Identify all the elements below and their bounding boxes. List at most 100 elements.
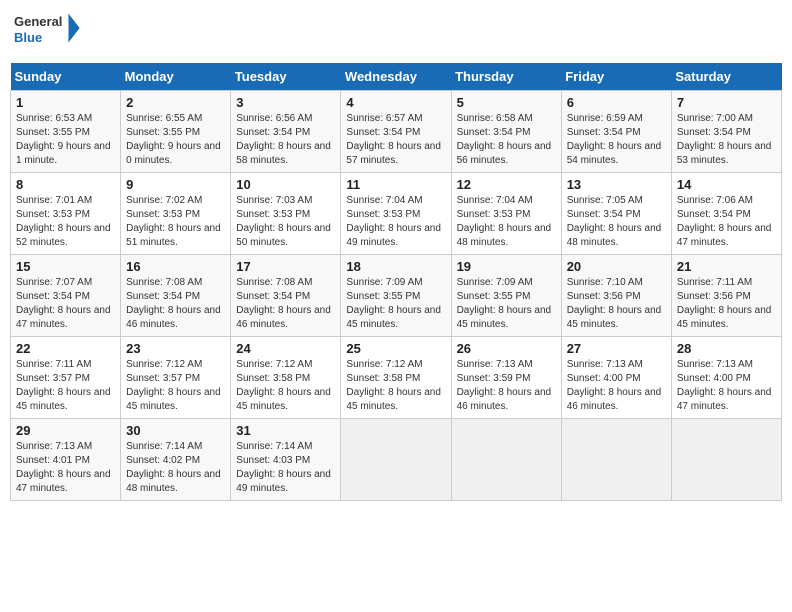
day-info: Sunrise: 7:13 AM Sunset: 3:59 PM Dayligh… bbox=[457, 358, 556, 414]
day-number: 24 bbox=[236, 341, 335, 356]
day-info: Sunrise: 7:11 AM Sunset: 3:56 PM Dayligh… bbox=[677, 276, 776, 332]
day-number: 6 bbox=[567, 95, 666, 110]
day-info: Sunrise: 7:13 AM Sunset: 4:00 PM Dayligh… bbox=[677, 358, 776, 414]
day-info: Sunrise: 7:05 AM Sunset: 3:54 PM Dayligh… bbox=[567, 194, 666, 250]
day-number: 17 bbox=[236, 259, 335, 274]
day-info: Sunrise: 7:06 AM Sunset: 3:54 PM Dayligh… bbox=[677, 194, 776, 250]
week-row-2: 8 Sunrise: 7:01 AM Sunset: 3:53 PM Dayli… bbox=[11, 173, 782, 255]
day-cell: 19 Sunrise: 7:09 AM Sunset: 3:55 PM Dayl… bbox=[451, 255, 561, 337]
day-cell: 20 Sunrise: 7:10 AM Sunset: 3:56 PM Dayl… bbox=[561, 255, 671, 337]
col-header-thursday: Thursday bbox=[451, 63, 561, 91]
day-info: Sunrise: 7:13 AM Sunset: 4:00 PM Dayligh… bbox=[567, 358, 666, 414]
day-cell bbox=[451, 419, 561, 501]
day-cell bbox=[561, 419, 671, 501]
page-header: General Blue bbox=[10, 10, 782, 55]
day-info: Sunrise: 7:07 AM Sunset: 3:54 PM Dayligh… bbox=[16, 276, 115, 332]
day-number: 14 bbox=[677, 177, 776, 192]
day-number: 31 bbox=[236, 423, 335, 438]
day-number: 2 bbox=[126, 95, 225, 110]
day-number: 11 bbox=[346, 177, 445, 192]
day-cell bbox=[671, 419, 781, 501]
day-cell: 31 Sunrise: 7:14 AM Sunset: 4:03 PM Dayl… bbox=[231, 419, 341, 501]
day-number: 22 bbox=[16, 341, 115, 356]
day-number: 23 bbox=[126, 341, 225, 356]
day-cell: 29 Sunrise: 7:13 AM Sunset: 4:01 PM Dayl… bbox=[11, 419, 121, 501]
day-number: 26 bbox=[457, 341, 556, 356]
day-number: 20 bbox=[567, 259, 666, 274]
day-cell: 14 Sunrise: 7:06 AM Sunset: 3:54 PM Dayl… bbox=[671, 173, 781, 255]
logo: General Blue bbox=[14, 10, 84, 55]
day-number: 13 bbox=[567, 177, 666, 192]
day-info: Sunrise: 7:03 AM Sunset: 3:53 PM Dayligh… bbox=[236, 194, 335, 250]
day-cell: 4 Sunrise: 6:57 AM Sunset: 3:54 PM Dayli… bbox=[341, 91, 451, 173]
day-info: Sunrise: 7:12 AM Sunset: 3:58 PM Dayligh… bbox=[346, 358, 445, 414]
svg-text:Blue: Blue bbox=[14, 30, 42, 45]
day-number: 1 bbox=[16, 95, 115, 110]
day-cell: 5 Sunrise: 6:58 AM Sunset: 3:54 PM Dayli… bbox=[451, 91, 561, 173]
day-cell: 28 Sunrise: 7:13 AM Sunset: 4:00 PM Dayl… bbox=[671, 337, 781, 419]
day-cell: 26 Sunrise: 7:13 AM Sunset: 3:59 PM Dayl… bbox=[451, 337, 561, 419]
day-number: 8 bbox=[16, 177, 115, 192]
col-header-sunday: Sunday bbox=[11, 63, 121, 91]
day-number: 21 bbox=[677, 259, 776, 274]
day-number: 28 bbox=[677, 341, 776, 356]
day-number: 18 bbox=[346, 259, 445, 274]
day-cell: 22 Sunrise: 7:11 AM Sunset: 3:57 PM Dayl… bbox=[11, 337, 121, 419]
col-header-friday: Friday bbox=[561, 63, 671, 91]
day-info: Sunrise: 7:09 AM Sunset: 3:55 PM Dayligh… bbox=[457, 276, 556, 332]
week-row-1: 1 Sunrise: 6:53 AM Sunset: 3:55 PM Dayli… bbox=[11, 91, 782, 173]
day-number: 4 bbox=[346, 95, 445, 110]
day-cell: 8 Sunrise: 7:01 AM Sunset: 3:53 PM Dayli… bbox=[11, 173, 121, 255]
day-number: 10 bbox=[236, 177, 335, 192]
day-info: Sunrise: 7:08 AM Sunset: 3:54 PM Dayligh… bbox=[236, 276, 335, 332]
day-number: 7 bbox=[677, 95, 776, 110]
day-info: Sunrise: 7:14 AM Sunset: 4:02 PM Dayligh… bbox=[126, 440, 225, 496]
day-number: 15 bbox=[16, 259, 115, 274]
day-info: Sunrise: 7:10 AM Sunset: 3:56 PM Dayligh… bbox=[567, 276, 666, 332]
day-info: Sunrise: 7:09 AM Sunset: 3:55 PM Dayligh… bbox=[346, 276, 445, 332]
day-cell: 11 Sunrise: 7:04 AM Sunset: 3:53 PM Dayl… bbox=[341, 173, 451, 255]
day-cell: 17 Sunrise: 7:08 AM Sunset: 3:54 PM Dayl… bbox=[231, 255, 341, 337]
col-header-monday: Monday bbox=[121, 63, 231, 91]
day-info: Sunrise: 7:12 AM Sunset: 3:58 PM Dayligh… bbox=[236, 358, 335, 414]
logo-svg: General Blue bbox=[14, 10, 84, 55]
day-info: Sunrise: 7:02 AM Sunset: 3:53 PM Dayligh… bbox=[126, 194, 225, 250]
day-cell: 15 Sunrise: 7:07 AM Sunset: 3:54 PM Dayl… bbox=[11, 255, 121, 337]
day-number: 27 bbox=[567, 341, 666, 356]
day-info: Sunrise: 7:04 AM Sunset: 3:53 PM Dayligh… bbox=[346, 194, 445, 250]
day-info: Sunrise: 6:55 AM Sunset: 3:55 PM Dayligh… bbox=[126, 112, 225, 168]
day-info: Sunrise: 7:12 AM Sunset: 3:57 PM Dayligh… bbox=[126, 358, 225, 414]
day-number: 9 bbox=[126, 177, 225, 192]
day-cell: 1 Sunrise: 6:53 AM Sunset: 3:55 PM Dayli… bbox=[11, 91, 121, 173]
day-cell: 27 Sunrise: 7:13 AM Sunset: 4:00 PM Dayl… bbox=[561, 337, 671, 419]
day-info: Sunrise: 6:57 AM Sunset: 3:54 PM Dayligh… bbox=[346, 112, 445, 168]
day-info: Sunrise: 7:04 AM Sunset: 3:53 PM Dayligh… bbox=[457, 194, 556, 250]
col-header-tuesday: Tuesday bbox=[231, 63, 341, 91]
day-cell: 24 Sunrise: 7:12 AM Sunset: 3:58 PM Dayl… bbox=[231, 337, 341, 419]
week-row-5: 29 Sunrise: 7:13 AM Sunset: 4:01 PM Dayl… bbox=[11, 419, 782, 501]
day-cell: 21 Sunrise: 7:11 AM Sunset: 3:56 PM Dayl… bbox=[671, 255, 781, 337]
day-info: Sunrise: 6:58 AM Sunset: 3:54 PM Dayligh… bbox=[457, 112, 556, 168]
day-cell: 3 Sunrise: 6:56 AM Sunset: 3:54 PM Dayli… bbox=[231, 91, 341, 173]
day-info: Sunrise: 7:01 AM Sunset: 3:53 PM Dayligh… bbox=[16, 194, 115, 250]
header-row: SundayMondayTuesdayWednesdayThursdayFrid… bbox=[11, 63, 782, 91]
day-cell bbox=[341, 419, 451, 501]
day-cell: 9 Sunrise: 7:02 AM Sunset: 3:53 PM Dayli… bbox=[121, 173, 231, 255]
day-info: Sunrise: 7:14 AM Sunset: 4:03 PM Dayligh… bbox=[236, 440, 335, 496]
day-number: 5 bbox=[457, 95, 556, 110]
day-cell: 13 Sunrise: 7:05 AM Sunset: 3:54 PM Dayl… bbox=[561, 173, 671, 255]
day-cell: 12 Sunrise: 7:04 AM Sunset: 3:53 PM Dayl… bbox=[451, 173, 561, 255]
day-number: 12 bbox=[457, 177, 556, 192]
day-number: 25 bbox=[346, 341, 445, 356]
day-info: Sunrise: 7:13 AM Sunset: 4:01 PM Dayligh… bbox=[16, 440, 115, 496]
day-number: 29 bbox=[16, 423, 115, 438]
day-number: 19 bbox=[457, 259, 556, 274]
calendar-table: SundayMondayTuesdayWednesdayThursdayFrid… bbox=[10, 63, 782, 501]
day-cell: 25 Sunrise: 7:12 AM Sunset: 3:58 PM Dayl… bbox=[341, 337, 451, 419]
week-row-3: 15 Sunrise: 7:07 AM Sunset: 3:54 PM Dayl… bbox=[11, 255, 782, 337]
day-info: Sunrise: 6:56 AM Sunset: 3:54 PM Dayligh… bbox=[236, 112, 335, 168]
day-cell: 23 Sunrise: 7:12 AM Sunset: 3:57 PM Dayl… bbox=[121, 337, 231, 419]
day-info: Sunrise: 7:11 AM Sunset: 3:57 PM Dayligh… bbox=[16, 358, 115, 414]
day-info: Sunrise: 7:08 AM Sunset: 3:54 PM Dayligh… bbox=[126, 276, 225, 332]
week-row-4: 22 Sunrise: 7:11 AM Sunset: 3:57 PM Dayl… bbox=[11, 337, 782, 419]
